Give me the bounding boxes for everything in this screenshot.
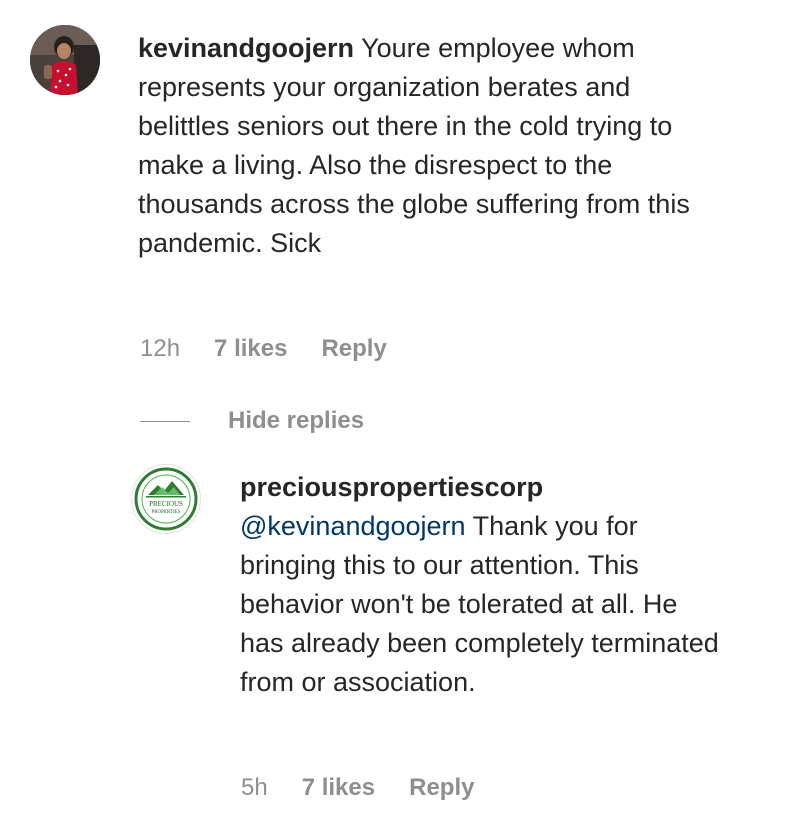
reply-username[interactable]: preciouspropertiescorp bbox=[240, 468, 720, 507]
comment-username[interactable]: kevinandgoojern bbox=[138, 33, 354, 63]
svg-text:PRECIOUS: PRECIOUS bbox=[149, 500, 183, 508]
hide-replies-label: Hide replies bbox=[228, 407, 365, 434]
reply-reply-button[interactable]: Reply bbox=[409, 774, 474, 802]
reply-meta: 5h 7 likes Reply bbox=[241, 772, 474, 804]
comment-meta: 12h 7 likes Reply bbox=[140, 333, 387, 365]
reply-timestamp[interactable]: 5h bbox=[241, 774, 268, 802]
child-photo-avatar-icon bbox=[30, 25, 100, 95]
hide-replies-toggle[interactable]: Hide replies bbox=[140, 404, 364, 438]
reply-text: preciouspropertiescorp @kevinandgoojern … bbox=[240, 468, 720, 702]
hide-replies-divider bbox=[140, 420, 190, 422]
reply-likes-count[interactable]: 7 likes bbox=[302, 774, 375, 802]
comment-likes-count[interactable]: 7 likes bbox=[214, 335, 287, 363]
comment-body: Youre employee whom represents your orga… bbox=[138, 33, 690, 258]
comment-timestamp[interactable]: 12h bbox=[140, 335, 180, 363]
precious-properties-logo-icon: PRECIOUS PROPERTIES bbox=[134, 467, 198, 531]
reply-avatar[interactable]: PRECIOUS PROPERTIES bbox=[131, 464, 201, 534]
svg-text:PROPERTIES: PROPERTIES bbox=[151, 510, 180, 515]
reply-button[interactable]: Reply bbox=[321, 335, 386, 363]
reply-mention-link[interactable]: @kevinandgoojern bbox=[240, 511, 466, 541]
comment-text: kevinandgoojern Youre employee whom repr… bbox=[138, 29, 698, 263]
commenter-avatar[interactable] bbox=[30, 25, 100, 95]
